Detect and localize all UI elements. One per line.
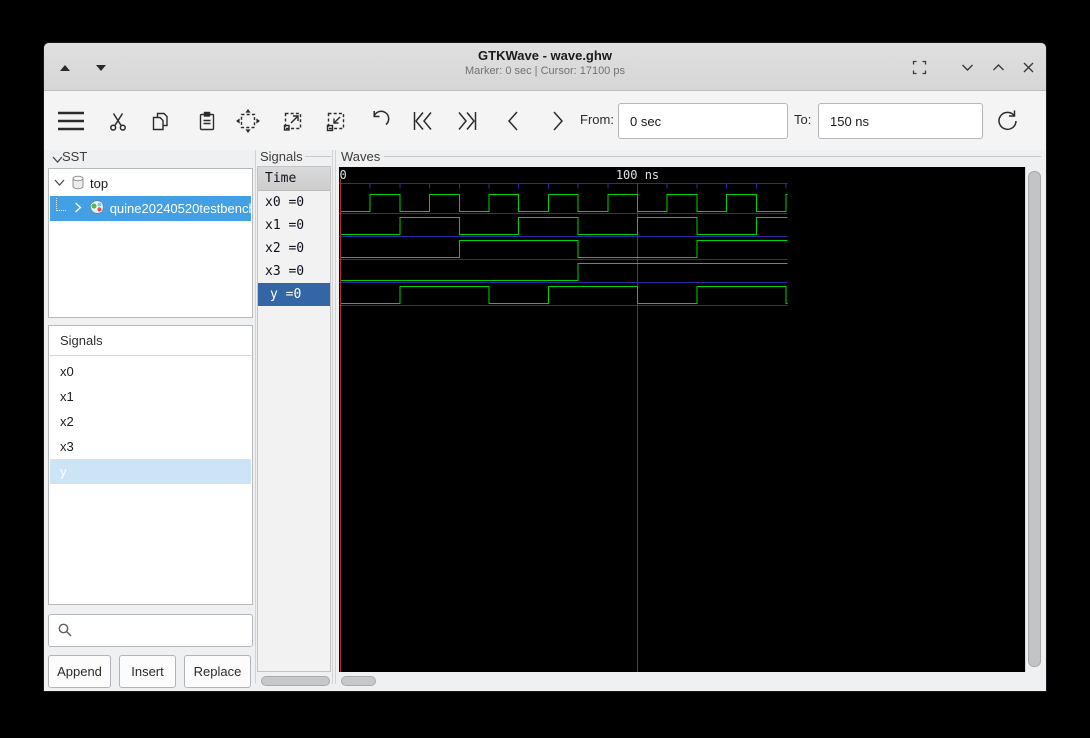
gtkwave-window: GTKWave - wave.ghw Marker: 0 sec | Curso… xyxy=(44,43,1046,691)
hierarchy-cylinder-icon xyxy=(71,175,85,193)
chevron-down-icon xyxy=(962,64,973,71)
sst-header-label: SST xyxy=(62,149,88,164)
signal-item-x0[interactable]: x0 xyxy=(50,359,251,384)
paste-icon xyxy=(199,111,215,130)
maximize-button[interactable] xyxy=(991,60,1006,75)
desktop: { "window": { "title": "GTKWave - wave.g… xyxy=(0,0,1090,738)
undo-button[interactable] xyxy=(365,91,395,150)
menu-button[interactable] xyxy=(56,91,86,150)
cut-button[interactable] xyxy=(103,91,133,150)
titlebar[interactable]: GTKWave - wave.ghw Marker: 0 sec | Curso… xyxy=(44,43,1046,91)
chevron-up-icon xyxy=(993,64,1004,71)
marker-cursor-status: Marker: 0 sec | Cursor: 17100 ps xyxy=(465,65,625,77)
zoom-out-icon xyxy=(283,112,302,131)
frame-icon xyxy=(912,60,927,75)
search-input[interactable] xyxy=(77,618,248,644)
paste-button[interactable] xyxy=(192,91,222,150)
tree-guide-line xyxy=(56,198,66,211)
signal-item-x2[interactable]: x2 xyxy=(50,409,251,434)
signal-search-box[interactable] xyxy=(48,614,253,647)
wave-name-x2[interactable]: x2 =0 xyxy=(258,237,330,260)
chevron-right-icon xyxy=(553,111,564,130)
search-icon xyxy=(57,622,73,643)
reload-button[interactable] xyxy=(992,91,1022,150)
waves-frame-line xyxy=(384,156,1041,157)
wave-name-x0[interactable]: x0 =0 xyxy=(258,191,330,214)
insert-button[interactable]: Insert xyxy=(119,655,176,688)
copy-icon xyxy=(152,112,168,130)
prev-edge-button[interactable] xyxy=(498,91,528,150)
signals-list-header: Signals xyxy=(50,327,251,356)
signals-list-panel: Signals x0 x1 x2 x3 y xyxy=(48,325,253,605)
waveform-canvas: 0 100 ns xyxy=(339,168,788,672)
names-frame-label: Signals xyxy=(260,149,303,164)
splitter-names-a[interactable] xyxy=(332,150,333,684)
skip-start-icon xyxy=(413,111,432,130)
wave-hscroll-thumb[interactable] xyxy=(341,676,376,686)
splitter-names-b[interactable] xyxy=(335,150,336,684)
zoom-in-button[interactable] xyxy=(321,91,351,150)
wave-vertical-scrollbar[interactable] xyxy=(1025,167,1043,672)
skip-end-icon xyxy=(458,111,477,130)
go-to-end-button[interactable] xyxy=(452,91,482,150)
wave-name-x3[interactable]: x3 =0 xyxy=(258,260,330,283)
waves-frame-label: Waves xyxy=(341,149,381,164)
expander-closed-icon[interactable] xyxy=(72,201,83,216)
names-hscroll-thumb[interactable] xyxy=(261,676,330,686)
append-button[interactable]: Append xyxy=(48,655,111,688)
signal-item-x3[interactable]: x3 xyxy=(50,434,251,459)
from-input[interactable] xyxy=(618,103,788,139)
time-tick-label: 100 ns xyxy=(616,168,659,182)
next-edge-button[interactable] xyxy=(543,91,573,150)
wave-name-y[interactable]: y =0 xyxy=(258,283,330,306)
zoom-fit-button[interactable] xyxy=(233,91,263,150)
to-label: To: xyxy=(794,112,812,127)
tree-row-top[interactable]: top xyxy=(50,171,251,196)
chevron-down-icon xyxy=(52,156,63,163)
zoom-fit-icon xyxy=(236,108,260,133)
sst-tree: top quine20240520testbench xyxy=(48,168,253,318)
from-label: From: xyxy=(580,112,614,127)
expander-open-icon[interactable] xyxy=(54,176,65,191)
zoom-in-icon xyxy=(326,112,345,131)
close-button[interactable] xyxy=(1021,60,1036,75)
wave-vscroll-thumb[interactable] xyxy=(1028,171,1041,667)
names-frame-line xyxy=(305,156,331,157)
splitter-left[interactable] xyxy=(255,150,256,684)
minimize-button[interactable] xyxy=(960,60,975,75)
zoom-out-full-button[interactable] xyxy=(278,91,308,150)
toolbar: From: To: xyxy=(44,91,1046,150)
time-header: Time xyxy=(258,167,330,191)
undo-icon xyxy=(373,110,390,125)
wave-display[interactable]: 0 100 ns xyxy=(339,167,1025,672)
chevron-left-icon xyxy=(507,111,518,130)
replace-button[interactable]: Replace xyxy=(184,655,251,688)
time-tick-label: 0 xyxy=(340,168,347,182)
cut-icon xyxy=(110,112,126,131)
window-title: GTKWave - wave.ghw xyxy=(478,48,612,63)
copy-button[interactable] xyxy=(145,91,175,150)
menu-icon xyxy=(58,111,84,130)
component-sphere-icon xyxy=(89,199,105,218)
close-icon xyxy=(1023,62,1034,73)
tree-row-label: top xyxy=(90,176,109,191)
go-to-start-button[interactable] xyxy=(408,91,438,150)
signal-item-y[interactable]: y xyxy=(50,459,251,484)
reload-icon xyxy=(998,110,1017,130)
tree-row-label: quine20240520testbench xyxy=(109,201,251,216)
tree-row-testbench[interactable]: quine20240520testbench xyxy=(50,196,251,221)
wave-name-x1[interactable]: x1 =0 xyxy=(258,214,330,237)
frame-toggle-button[interactable] xyxy=(912,60,927,75)
wave-names-panel: Time x0 =0 x1 =0 x2 =0 x3 =0 y =0 xyxy=(257,166,331,672)
signal-item-x1[interactable]: x1 xyxy=(50,384,251,409)
to-input[interactable] xyxy=(818,103,983,139)
